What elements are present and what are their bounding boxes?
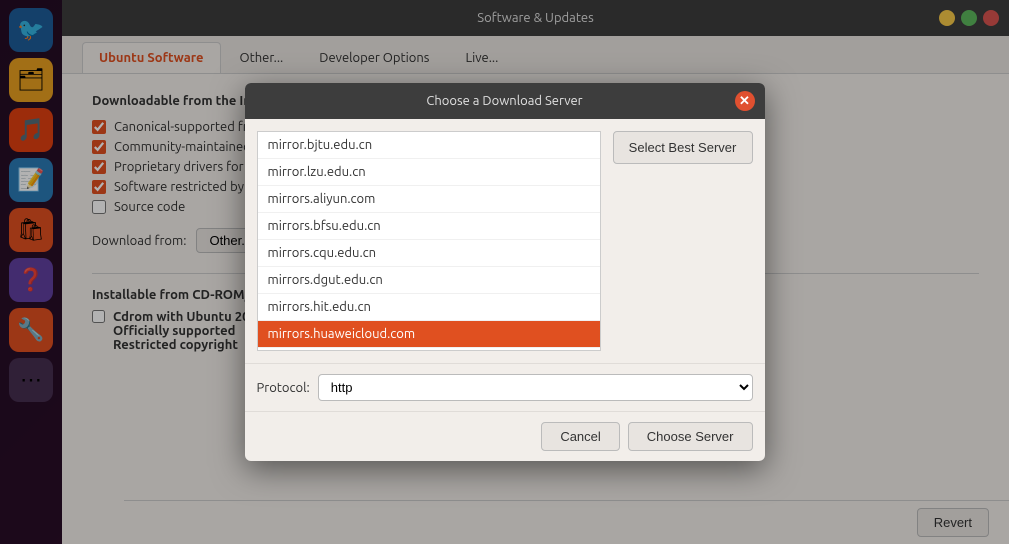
server-item-lzu[interactable]: mirror.lzu.edu.cn [258, 159, 600, 186]
server-item-bjtu[interactable]: mirror.bjtu.edu.cn [258, 132, 600, 159]
dialog: Choose a Download Server ✕ mirror.bjtu.e… [245, 83, 765, 461]
dialog-close-button[interactable]: ✕ [735, 91, 755, 111]
dialog-footer: Protocol: http https ftp [245, 363, 765, 411]
select-best-server-button[interactable]: Select Best Server [613, 131, 753, 164]
protocol-label: Protocol: [257, 381, 310, 395]
dialog-right-panel: Select Best Server [613, 131, 753, 351]
cancel-button[interactable]: Cancel [541, 422, 619, 451]
dialog-overlay: Choose a Download Server ✕ mirror.bjtu.e… [0, 0, 1009, 544]
dialog-titlebar: Choose a Download Server ✕ [245, 83, 765, 119]
dialog-body: mirror.bjtu.edu.cn mirror.lzu.edu.cn mir… [245, 119, 765, 363]
dialog-title: Choose a Download Server [426, 94, 582, 108]
dialog-buttons: Cancel Choose Server [245, 411, 765, 461]
server-item-cqu[interactable]: mirrors.cqu.edu.cn [258, 240, 600, 267]
server-item-huawei[interactable]: mirrors.huaweicloud.com [258, 321, 600, 348]
server-list[interactable]: mirror.bjtu.edu.cn mirror.lzu.edu.cn mir… [257, 131, 601, 351]
server-item-bfsu[interactable]: mirrors.bfsu.edu.cn [258, 213, 600, 240]
server-item-hit[interactable]: mirrors.hit.edu.cn [258, 294, 600, 321]
server-item-aliyun[interactable]: mirrors.aliyun.com [258, 186, 600, 213]
choose-server-button[interactable]: Choose Server [628, 422, 753, 451]
server-item-dgut[interactable]: mirrors.dgut.edu.cn [258, 267, 600, 294]
protocol-select[interactable]: http https ftp [318, 374, 753, 401]
desktop: 🐦 🗂 🎵 📝 🛍 ❓ 🔧 ⋯ Software & Updates Ubunt… [0, 0, 1009, 544]
server-item-nju[interactable]: mirrors.nju.edu.cn [258, 348, 600, 351]
